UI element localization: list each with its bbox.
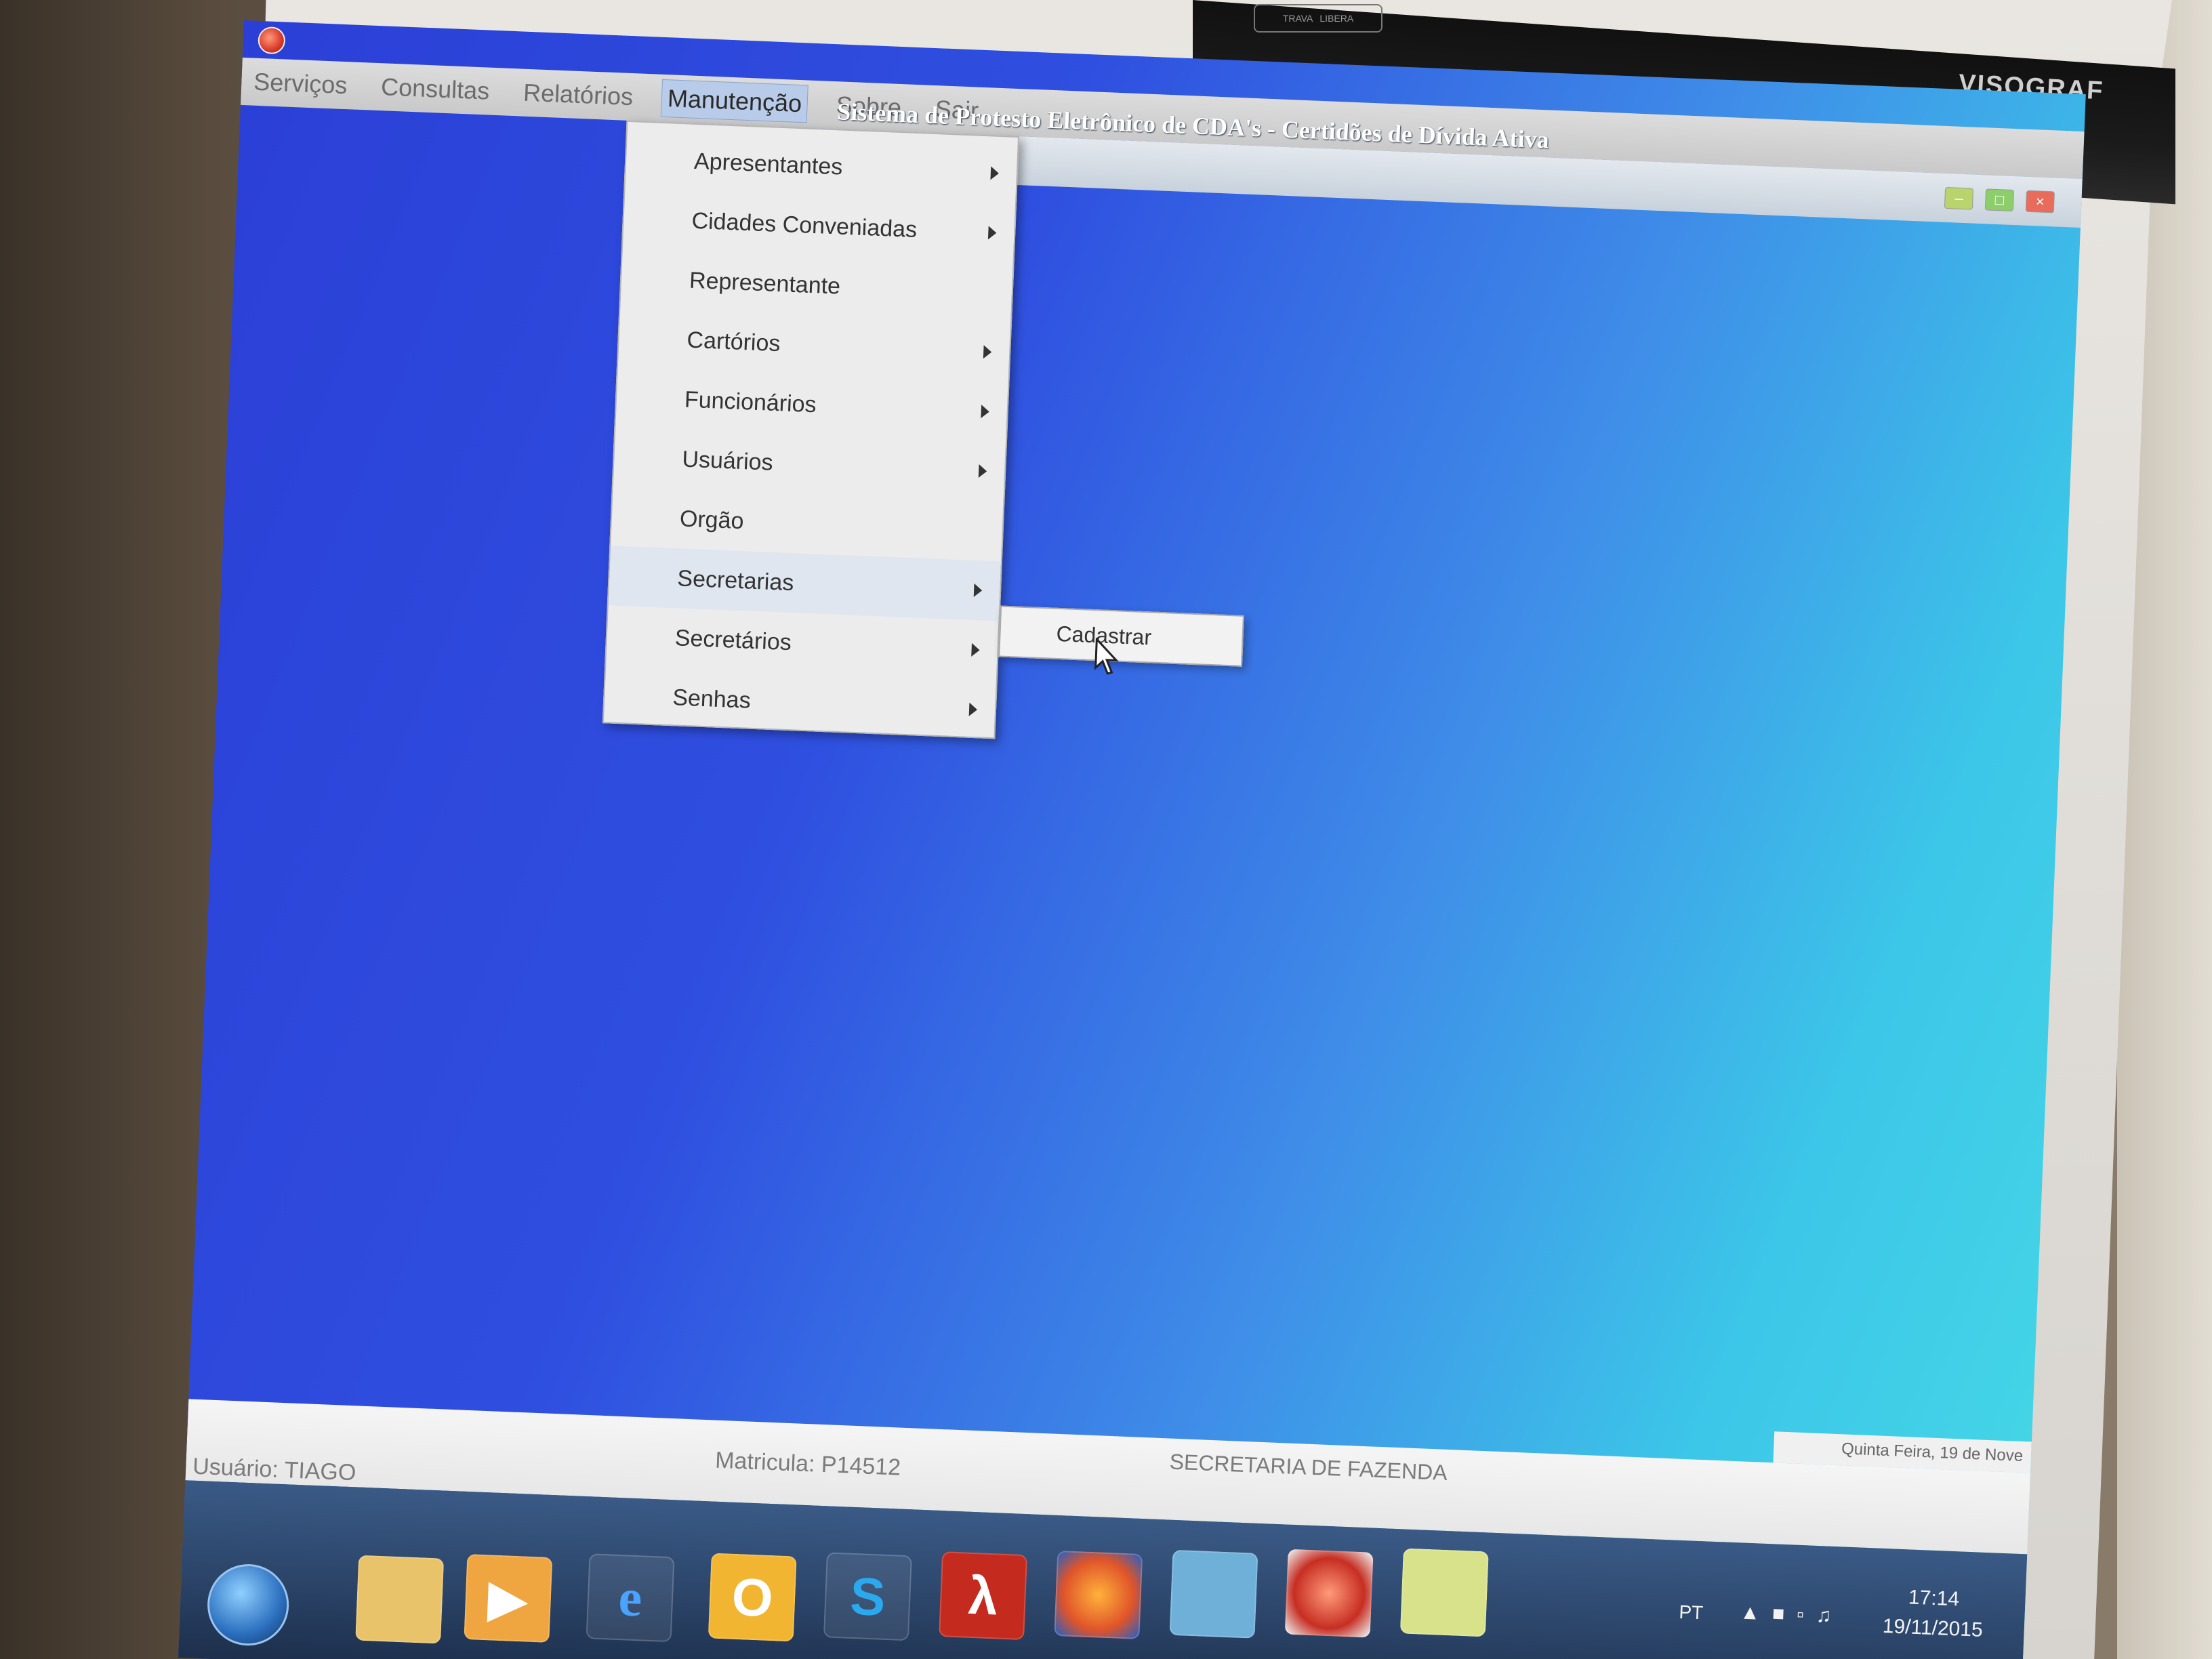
submenu-arrow-icon (968, 702, 978, 717)
submenu-arrow-icon (973, 583, 983, 598)
menu-item-label: Representante (689, 267, 841, 300)
language-indicator[interactable]: PT (1679, 1601, 1704, 1624)
submenu-arrow-icon (981, 405, 990, 419)
app-icon[interactable] (258, 26, 286, 55)
menu-item-label: Funcionários (684, 386, 817, 417)
submenu-arrow-icon (978, 464, 987, 478)
close-button[interactable]: × (2025, 190, 2055, 213)
matricula-label: Matricula: P14512 (714, 1447, 901, 1481)
window-controls: – □ × (1944, 186, 2055, 213)
protesto-app-icon[interactable] (1284, 1549, 1374, 1638)
menu-manutencao[interactable]: Manutenção (660, 79, 809, 123)
menu-item-label: Senhas (672, 684, 752, 714)
firefox-icon[interactable] (1054, 1550, 1143, 1639)
media-player-icon[interactable]: ▶ (464, 1554, 553, 1643)
system-tray: PT ▲■▫♫ 17:14 19/11/2015 (1650, 1566, 2005, 1659)
menu-item-label: Cidades Conveniadas (691, 207, 918, 243)
submenu-arrow-icon (987, 226, 997, 240)
mouse-cursor-icon (1094, 638, 1119, 675)
menu-servicos[interactable]: Serviços (247, 63, 353, 104)
plate-label-release: LIBERA (1319, 13, 1354, 24)
minimize-button[interactable]: – (1944, 186, 1974, 210)
skype-icon[interactable]: S (823, 1552, 912, 1641)
internet-explorer-icon[interactable]: e (586, 1553, 675, 1643)
submenu-arrow-icon (971, 642, 980, 657)
menu-item-label: Secretários (674, 624, 792, 655)
folder-icon[interactable] (355, 1555, 445, 1644)
submenu-arrow-icon (990, 166, 1000, 180)
adobe-reader-icon[interactable]: λ (939, 1551, 1028, 1641)
menu-item-label: Cartórios (686, 327, 781, 356)
projected-desktop: Serviços Consultas Relatórios Manutenção… (178, 20, 2086, 1659)
menu-consultas[interactable]: Consultas (375, 68, 495, 110)
plate-label-lock: TRAVA (1282, 13, 1313, 24)
secretaria-label: SECRETARIA DE FAZENDA (1169, 1449, 1448, 1485)
menu-item-label: Secretarias (676, 565, 795, 596)
menu-item-label: Usuários (681, 445, 774, 476)
screen-lock-plate: TRAVA LIBERA (1254, 4, 1382, 33)
tray-icons[interactable]: ▲■▫♫ (1740, 1601, 1844, 1628)
menu-relatorios[interactable]: Relatórios (517, 74, 639, 115)
remote-desktop-icon[interactable] (1169, 1549, 1258, 1639)
outlook-icon[interactable]: O (708, 1553, 797, 1642)
menu-item-label: Apresentantes (693, 148, 844, 180)
clock-date[interactable]: 19/11/2015 (1875, 1615, 1990, 1643)
maximize-button[interactable]: □ (1984, 188, 2015, 212)
start-button[interactable] (205, 1562, 291, 1647)
sticky-notes-icon[interactable] (1399, 1548, 1489, 1637)
clock-time[interactable]: 17:14 (1876, 1585, 1992, 1613)
manutencao-dropdown: Apresentantes Cidades Conveniadas Repres… (602, 120, 1020, 739)
submenu-arrow-icon (983, 345, 992, 359)
menu-item-label: Orgão (679, 505, 745, 534)
